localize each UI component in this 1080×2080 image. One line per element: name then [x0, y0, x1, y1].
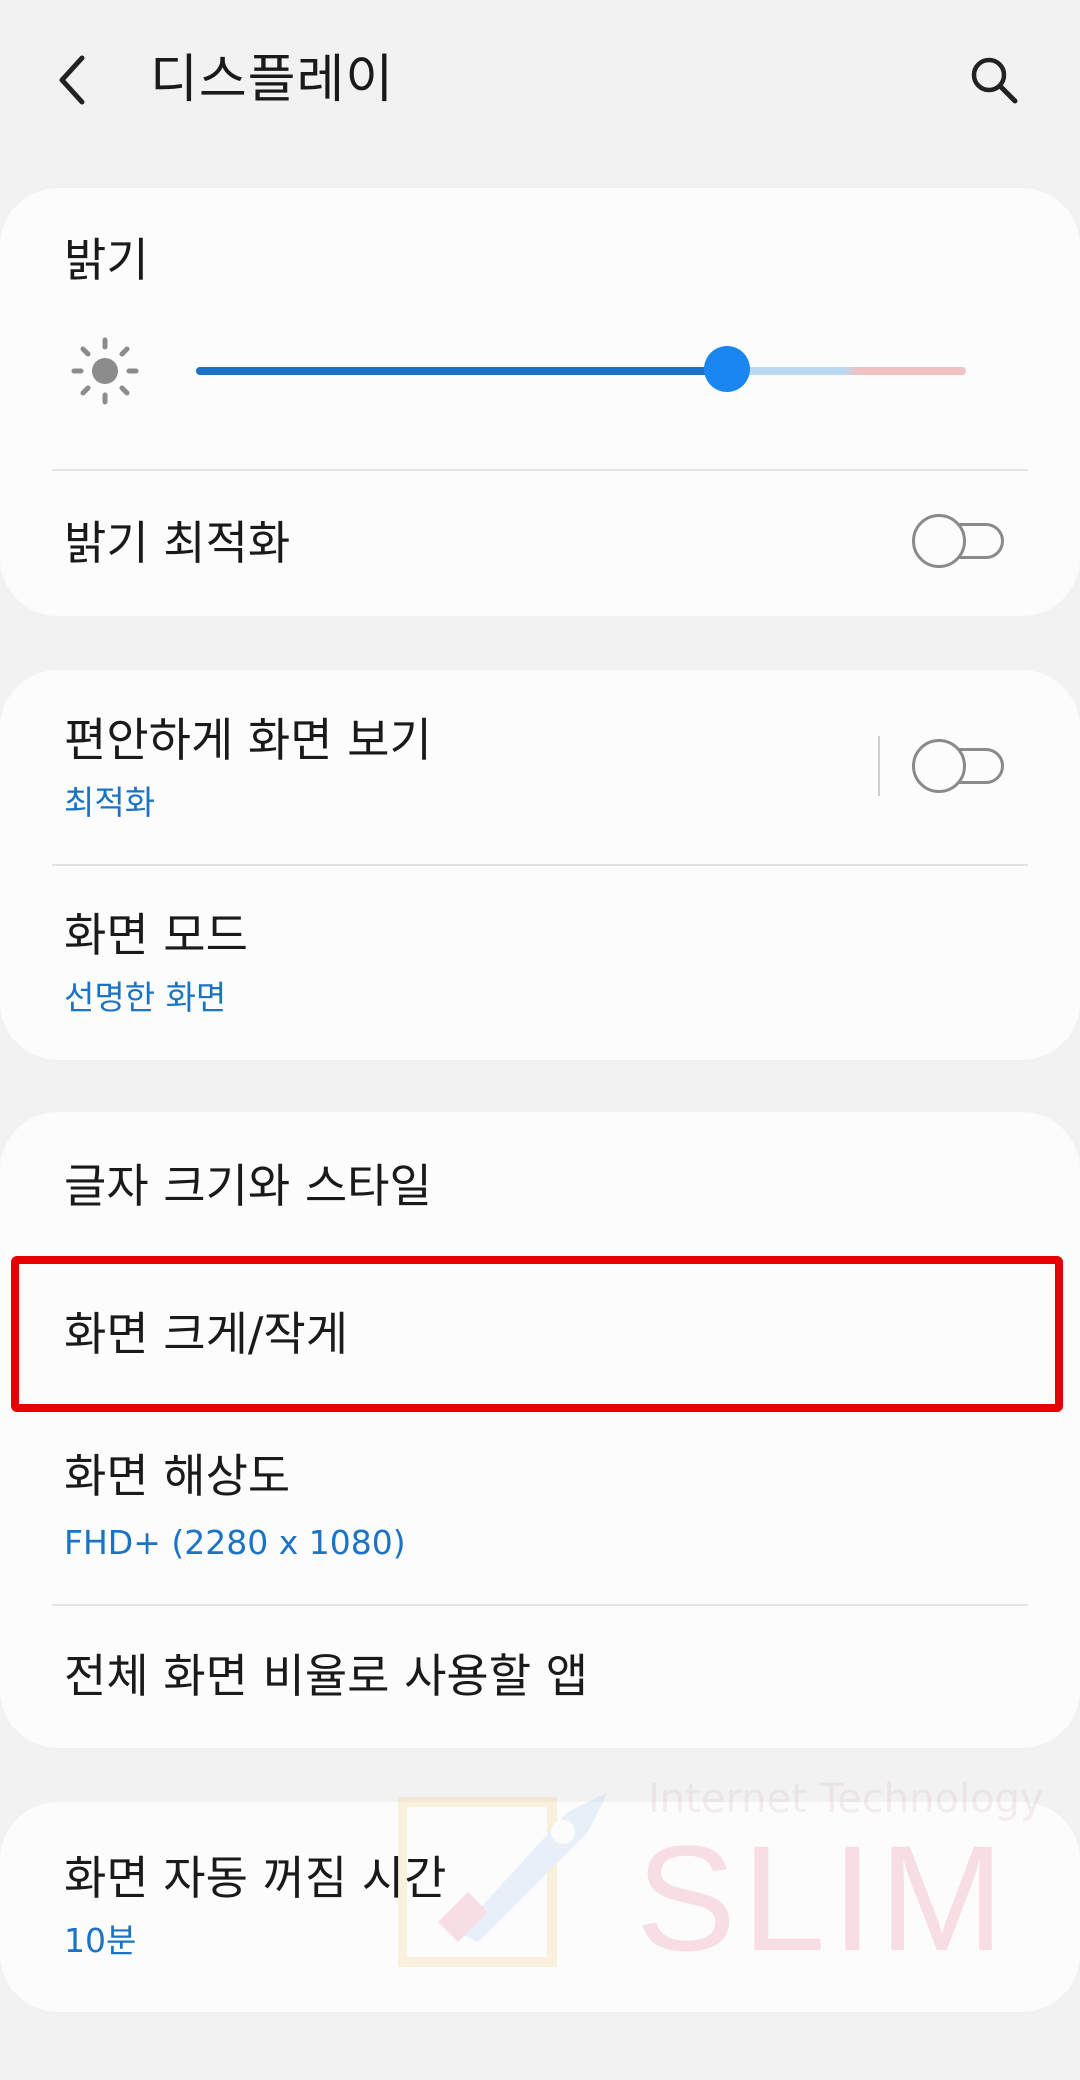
adaptive-brightness-toggle[interactable]: [912, 514, 1006, 568]
screen-timeout-subtitle: 10분: [64, 1921, 137, 1960]
screen-timeout-title[interactable]: 화면 자동 꺼짐 시간: [64, 1850, 446, 1906]
brightness-title: 밝기: [64, 233, 149, 287]
search-icon: [971, 57, 1018, 104]
highlight-box: [11, 1256, 1063, 1412]
top-app-bar: 디스플레이: [0, 0, 1080, 160]
screen-mode-title[interactable]: 화면 모드: [64, 907, 248, 963]
search-button[interactable]: [962, 48, 1026, 112]
font-size-style-item[interactable]: 글자 크기와 스타일: [64, 1158, 432, 1214]
slider-fill: [196, 367, 728, 375]
eye-comfort-subtitle: 최적화: [64, 783, 156, 822]
divider: [52, 469, 1028, 471]
back-button[interactable]: [52, 48, 112, 112]
divider: [52, 864, 1028, 866]
sun-icon: [71, 337, 139, 405]
slider-thumb[interactable]: [704, 346, 751, 392]
brightness-slider[interactable]: [196, 346, 966, 396]
screen-resolution-title[interactable]: 화면 해상도: [64, 1448, 290, 1504]
toggle-knob: [912, 514, 966, 568]
divider: [52, 1604, 1028, 1606]
screen-mode-subtitle: 선명한 화면: [64, 978, 227, 1017]
toggle-knob: [912, 739, 966, 793]
page-title: 디스플레이: [150, 50, 395, 110]
chevron-left-icon: [59, 55, 85, 105]
screen-timeout-card: [0, 1802, 1080, 2012]
vertical-separator: [878, 736, 880, 796]
eye-comfort-toggle[interactable]: [912, 739, 1006, 793]
adaptive-brightness-label: 밝기 최적화: [64, 516, 291, 570]
eye-comfort-title[interactable]: 편안하게 화면 보기: [64, 712, 432, 768]
screen-resolution-subtitle: FHD+ (2280 x 1080): [64, 1523, 406, 1562]
full-screen-apps-item[interactable]: 전체 화면 비율로 사용할 앱: [64, 1648, 588, 1704]
